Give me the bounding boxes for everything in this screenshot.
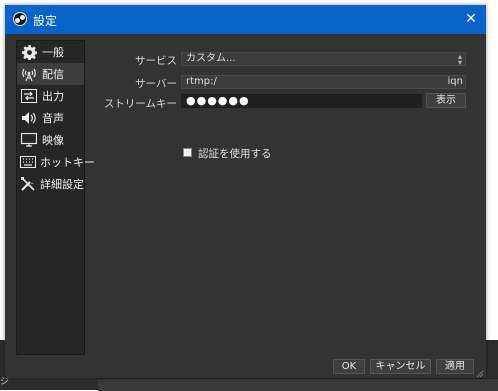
background-app-strip: [98, 378, 498, 391]
sidebar-item-label: 映像: [42, 134, 64, 147]
apply-button[interactable]: 適用: [436, 359, 474, 374]
service-label: サービス: [135, 55, 177, 67]
sidebar-item-stream[interactable]: 配信: [17, 63, 84, 85]
gear-icon: [20, 44, 38, 60]
server-value: rtmp:/: [186, 76, 217, 87]
service-select[interactable]: カスタム... ▴ ▾: [181, 52, 466, 67]
settings-dialog: 設定 ✕ 一般 配信 出力 音声 映像 ホットキー 詳細設定 サービス カスタム…: [5, 5, 486, 378]
obs-logo-icon: [13, 12, 27, 26]
resize-grip-icon[interactable]: [476, 368, 484, 378]
monitor-icon: [20, 132, 38, 148]
output-icon: [20, 88, 38, 104]
sidebar-item-label: ホットキー: [40, 156, 95, 169]
window-title: 設定: [33, 14, 58, 28]
title-bar[interactable]: 設定 ✕: [5, 5, 486, 34]
sidebar-item-video[interactable]: 映像: [17, 129, 84, 151]
stream-key-value: ●●●●●●: [186, 94, 250, 107]
sidebar-item-audio[interactable]: 音声: [17, 107, 84, 129]
tools-icon: [20, 176, 36, 192]
ok-button[interactable]: OK: [333, 359, 365, 374]
use-auth-checkbox[interactable]: [183, 148, 192, 157]
cancel-button[interactable]: キャンセル: [370, 359, 431, 374]
broadcast-icon: [20, 66, 38, 82]
sidebar-item-label: 音声: [42, 112, 64, 125]
close-button[interactable]: ✕: [462, 10, 480, 28]
server-input[interactable]: rtmp:/ iqn: [181, 75, 466, 89]
select-arrows-icon: ▴ ▾: [457, 52, 462, 67]
stream-key-label: ストリームキー: [103, 98, 177, 110]
show-key-button[interactable]: 表示: [426, 93, 466, 108]
sidebar-item-hotkeys[interactable]: ホットキー: [17, 151, 95, 173]
server-label: サーバー: [135, 78, 177, 90]
sidebar-item-output[interactable]: 出力: [17, 85, 84, 107]
sidebar-item-label: 一般: [42, 46, 64, 59]
sidebar-item-label: 詳細設定: [40, 178, 84, 191]
stream-key-input[interactable]: ●●●●●●: [181, 94, 422, 108]
service-value: カスタム...: [186, 53, 236, 64]
use-auth-label: 認証を使用する: [198, 148, 272, 160]
sidebar-item-label: 配信: [42, 68, 64, 81]
keyboard-icon: [20, 154, 36, 170]
settings-sidebar: 一般 配信 出力 音声 映像 ホットキー 詳細設定: [16, 40, 95, 355]
server-value-tail: iqn: [447, 76, 463, 87]
sidebar-item-advanced[interactable]: 詳細設定: [17, 173, 84, 195]
sidebar-item-general[interactable]: 一般: [17, 41, 84, 63]
speaker-icon: [20, 110, 38, 126]
sidebar-item-label: 出力: [42, 90, 64, 103]
